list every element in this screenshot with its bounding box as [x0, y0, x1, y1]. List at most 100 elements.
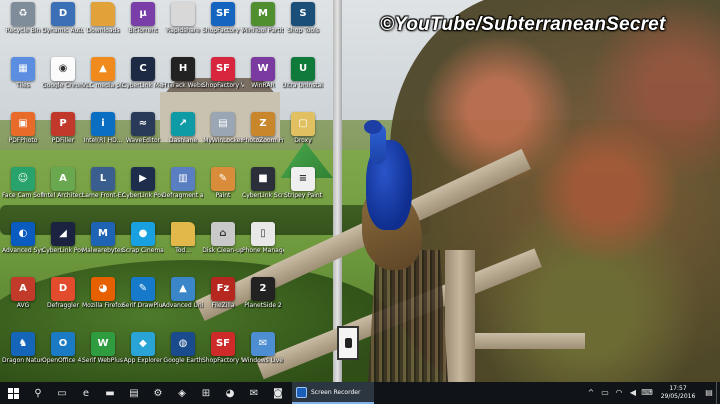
- search-icon[interactable]: ⚲: [26, 382, 50, 404]
- uninstaller-icon: U: [291, 57, 315, 81]
- keyboard-icon[interactable]: ⌨: [641, 387, 653, 399]
- desktop-icon[interactable]: MMalwarebytes Anti-Malware: [82, 222, 124, 266]
- desktop-icon[interactable]: P PDFiller: [42, 112, 84, 156]
- desktop-icon[interactable]: ◐Advanced SystemCare 9: [2, 222, 44, 266]
- desktop-icon[interactable]: UUltra Uninstaller: [282, 57, 324, 101]
- task-view-icon[interactable]: ▭: [50, 382, 74, 404]
- windows-logo-icon: [7, 387, 19, 399]
- pdfphoto-icon: ▣: [11, 112, 35, 136]
- desktop-icon[interactable]: ▣ PDFPhoto: [2, 112, 44, 156]
- desktop-icon[interactable]: ▤ MyWinLocker: [202, 112, 244, 156]
- folder-icon[interactable]: ▤: [122, 382, 146, 404]
- desktop-icon[interactable]: ▲VLC media player: [82, 57, 124, 101]
- tray-overflow-icon[interactable]: ^: [585, 387, 597, 399]
- desktop-icon[interactable]: i Intel(R) HD...: [82, 112, 124, 156]
- desktop-icon-label: Serif WebPlus X8: [82, 357, 124, 364]
- desktop-icon[interactable]: ≈ WaveEditor: [122, 112, 164, 156]
- desktop-icon[interactable]: S Shop Tools: [282, 2, 324, 46]
- clock-date: 29/05/2016: [660, 393, 696, 400]
- intel-icon: i: [91, 112, 115, 136]
- desktop-icon[interactable]: A AVG: [2, 277, 44, 321]
- wallpaper-fence-rail: [475, 333, 585, 349]
- desktop-icon[interactable]: ≡ Stripey Paint: [282, 167, 324, 211]
- edge-icon[interactable]: e: [74, 382, 98, 404]
- desktop-icon[interactable]: W WinRAR: [242, 57, 284, 101]
- paint-icon: ✎: [211, 167, 235, 191]
- bittorrent-icon: µ: [131, 2, 155, 26]
- desktop-icon[interactable]: ▢ Droxy: [282, 112, 324, 156]
- desktop-icon[interactable]: HHTTrack Website...: [162, 57, 204, 101]
- mail-icon[interactable]: ✉: [242, 382, 266, 404]
- desktop-icon[interactable]: ▥Defragment and Optimi...: [162, 167, 204, 211]
- shoptools-icon: S: [291, 2, 315, 26]
- desktop-icon[interactable]: LLame Front-End: [82, 167, 124, 211]
- advanced-uninstall-icon: ▲: [171, 277, 195, 301]
- desktop-icon[interactable]: ▦ Tiles: [2, 57, 44, 101]
- desktop-icon-label: ShopFactory V11: [202, 82, 244, 89]
- desktop-icon[interactable]: Rapidshare: [162, 2, 204, 46]
- settings-icon[interactable]: ⚙: [146, 382, 170, 404]
- desktop-icon[interactable]: ◍ Google Earth: [162, 332, 204, 376]
- taskbar-screen-recorder[interactable]: Screen Recorder: [292, 382, 374, 404]
- desktop-icon[interactable]: ◢CyberLink PowerDVD 14: [42, 222, 84, 266]
- store-icon[interactable]: ⊞: [194, 382, 218, 404]
- desktop-icon[interactable]: CCyberLink MediaEspre...: [122, 57, 164, 101]
- desktop-icon-label: Dashlane: [168, 137, 198, 144]
- desktop-icon[interactable]: ▶CyberLink PowerDire...: [122, 167, 164, 211]
- file-explorer-icon[interactable]: ▬: [98, 382, 122, 404]
- tray-icons: ^ ▭ ◠ ◀ ⌨: [584, 387, 654, 399]
- desktop-icon[interactable]: ⌂ Disk Clean-up: [202, 222, 244, 266]
- desktop-icon[interactable]: µ BitTorrent: [122, 2, 164, 46]
- desktop-icon[interactable]: ♻ Recycle Bin: [2, 2, 44, 46]
- desktop-icon[interactable]: MMiniTool Partition ...: [242, 2, 284, 46]
- desktop-icon[interactable]: ■CyberLink Screen...: [242, 167, 284, 211]
- desktop-icon[interactable]: ✉Windows Live Mail: [242, 332, 284, 376]
- desktop-icon[interactable]: SFShopFactory V10: [202, 2, 244, 46]
- desktop-icon[interactable]: Tod...: [162, 222, 204, 266]
- show-desktop-button[interactable]: [716, 382, 720, 404]
- desktop-icon[interactable]: ◉ Google Chrome: [42, 57, 84, 101]
- desktop-icon[interactable]: ↗ Dashlane: [162, 112, 204, 156]
- desktop-icon[interactable]: WSerif WebPlus X8: [82, 332, 124, 376]
- start-button[interactable]: [0, 382, 26, 404]
- desktop-icon-label: Windows Live Mail: [242, 357, 284, 364]
- firefox-icon[interactable]: ◕: [218, 382, 242, 404]
- desktop-icon[interactable]: SFShopFactory V11: [202, 57, 244, 101]
- desktop-icon[interactable]: OOpenOffice 4.1.1: [42, 332, 84, 376]
- photozoom-icon: Z: [251, 112, 275, 136]
- desktop-icon[interactable]: DDynamic Auto-Publi...: [42, 2, 84, 46]
- desktop-icon[interactable]: ◕ Mozilla Firefox: [82, 277, 124, 321]
- desktop-icon[interactable]: ZPhotoZoom Pro 6: [242, 112, 284, 156]
- camera-icon[interactable]: ◙: [266, 382, 290, 404]
- architect-icon: A: [51, 167, 75, 191]
- desktop-icon[interactable]: ✎ Paint: [202, 167, 244, 211]
- desktop-icon-label: AVG: [16, 302, 30, 309]
- desktop-icon[interactable]: D Defraggler: [42, 277, 84, 321]
- desktop-icon[interactable]: ▯Phone Manager: [242, 222, 284, 266]
- desktop-icon[interactable]: A Intel Architect: [42, 167, 84, 211]
- desktop-icon[interactable]: ◆ App Explorer: [122, 332, 164, 376]
- desktop-icon-label: Droxy: [294, 137, 312, 144]
- desktop-icon-label: PDFiller: [51, 137, 75, 144]
- desktop-icon[interactable]: SFShopFactory V9: [202, 332, 244, 376]
- desktop-icon-label: Defragment and Optimi...: [162, 192, 204, 199]
- desktop-icon[interactable]: ●Scrap Cinema...: [122, 222, 164, 266]
- desktop-icon-label: Downloads: [86, 27, 120, 34]
- shopfactory-icon: SF: [211, 57, 235, 81]
- battery-icon[interactable]: ▭: [599, 387, 611, 399]
- taskbar-pinned-apps: ⚲ ▭ e ▬ ▤ ⚙ ◈ ⊞ ◕ ✉ ◙: [26, 382, 290, 404]
- network-icon[interactable]: ◈: [170, 382, 194, 404]
- volume-icon[interactable]: ◀: [627, 387, 639, 399]
- desktop-icon[interactable]: Downloads: [82, 2, 124, 46]
- desktop-icon[interactable]: ♞Dragon NaturallyS...: [2, 332, 44, 376]
- desktop-icon[interactable]: ☺Face Cam Software: [2, 167, 44, 211]
- desktop-icon[interactable]: Fz FileZilla: [202, 277, 244, 321]
- mywinlocker-icon: ▤: [211, 112, 235, 136]
- taskbar-clock[interactable]: 17:57 29/05/2016: [658, 385, 698, 401]
- desktop-icon[interactable]: 2 PlanetSide 2: [242, 277, 284, 321]
- desktop-icon[interactable]: ✎Serif DrawPlus X8: [122, 277, 164, 321]
- clock-time: 17:57: [669, 385, 687, 392]
- notification-center-icon[interactable]: ▤: [703, 387, 715, 399]
- desktop-icon[interactable]: ▲Advanced Uninstall...: [162, 277, 204, 321]
- wifi-icon[interactable]: ◠: [613, 387, 625, 399]
